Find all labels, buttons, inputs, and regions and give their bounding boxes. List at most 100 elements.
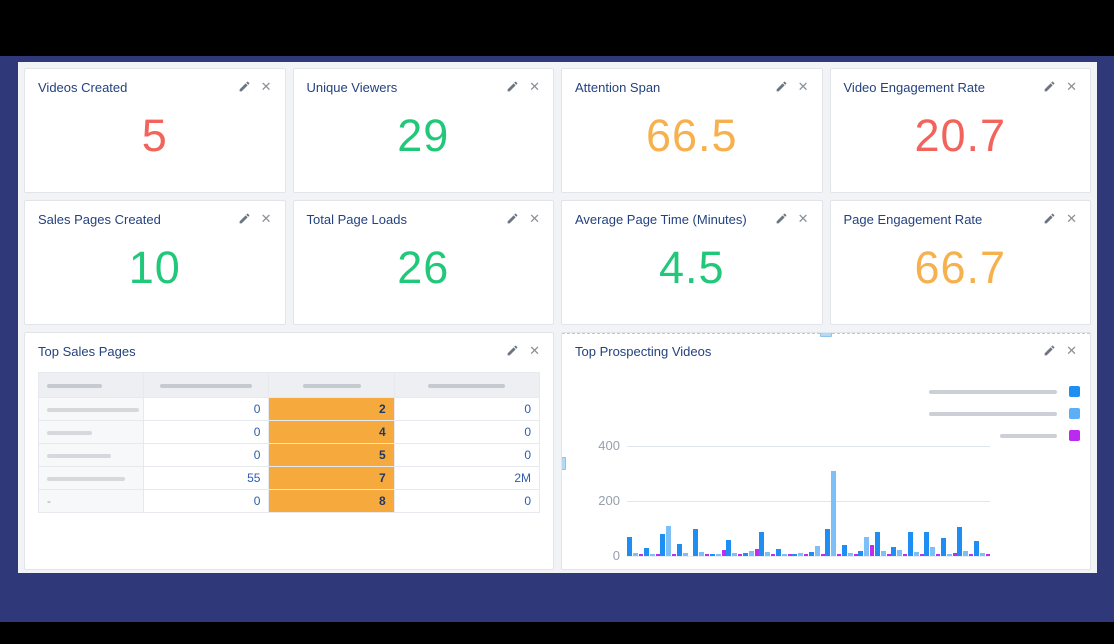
bar-blue <box>759 532 764 556</box>
bar-blue <box>809 552 814 556</box>
table-row: 020 <box>39 398 540 421</box>
widget-title: Top Prospecting Videos <box>575 344 711 360</box>
kpi-card-total-page-loads: Total Page Loads ✕ 26 <box>293 200 555 325</box>
bar-lightblue <box>914 552 919 556</box>
edit-icon[interactable] <box>506 344 519 357</box>
kpi-card-page-engagement-rate: Page Engagement Rate✕66.7 <box>830 200 1092 325</box>
bar-blue <box>644 548 649 556</box>
close-icon[interactable]: ✕ <box>261 212 272 225</box>
screen: Videos Created✕5Unique Viewers✕29Attenti… <box>0 0 1114 644</box>
kpi-card-attention-span: Attention Span✕66.5 <box>561 68 823 193</box>
redacted-label <box>47 454 111 458</box>
bar-blue <box>891 547 896 556</box>
bar-blue <box>875 532 880 556</box>
table-row: 050 <box>39 444 540 467</box>
bar-magenta <box>722 550 726 556</box>
bar-blue <box>825 529 830 557</box>
table-column-header[interactable] <box>144 373 269 398</box>
bar-group <box>660 526 676 556</box>
row-label-cell <box>39 398 144 421</box>
bar-lightblue <box>897 550 902 556</box>
close-icon[interactable]: ✕ <box>798 80 809 93</box>
bar-magenta <box>887 554 891 556</box>
bar-group <box>743 549 759 556</box>
gridline-0 <box>627 556 990 557</box>
value-cell: 55 <box>144 467 269 490</box>
bar-blue <box>710 554 715 556</box>
kpi-title: Videos Created <box>38 80 127 96</box>
bar-group <box>776 549 792 556</box>
close-icon[interactable]: ✕ <box>529 212 540 225</box>
widget-top-prospecting-videos: Top Prospecting Videos ✕ 4002000 <box>561 332 1091 570</box>
y-axis-tick-label: 0 <box>578 548 620 563</box>
pencil-icon[interactable] <box>775 212 788 225</box>
redacted-label <box>47 384 102 388</box>
bar-blue <box>693 529 698 557</box>
bar-blue <box>792 554 797 556</box>
kpi-value: 10 <box>38 228 272 313</box>
close-icon[interactable]: ✕ <box>261 80 272 93</box>
highlighted-value-cell: 2 <box>269 398 394 421</box>
widget-title: Top Sales Pages <box>38 344 136 360</box>
bar-blue <box>776 549 781 556</box>
bar-magenta <box>936 554 940 556</box>
highlighted-value-cell: 7 <box>269 467 394 490</box>
pencil-icon[interactable] <box>238 212 251 225</box>
bar-magenta <box>870 545 874 556</box>
table-column-header[interactable] <box>394 373 539 398</box>
widget-top-sales-pages: Top Sales Pages ✕ 0200400505572M-080 <box>24 332 554 570</box>
pencil-icon[interactable] <box>506 212 519 225</box>
redacted-label <box>47 408 139 412</box>
bar-magenta <box>705 554 709 556</box>
bar-magenta <box>953 553 957 556</box>
table-column-header[interactable] <box>39 373 144 398</box>
close-icon[interactable]: ✕ <box>1066 80 1077 93</box>
bar-magenta <box>821 554 825 556</box>
edit-icon[interactable] <box>1043 344 1056 357</box>
bar-group <box>875 532 891 556</box>
dashboard-grid: Videos Created✕5Unique Viewers✕29Attenti… <box>24 68 1091 570</box>
close-icon[interactable]: ✕ <box>1066 212 1077 225</box>
bar-group <box>908 532 924 556</box>
table-row: 040 <box>39 421 540 444</box>
kpi-value: 4.5 <box>575 228 809 313</box>
value-cell: 0 <box>144 398 269 421</box>
redacted-label <box>47 431 92 435</box>
bar-group <box>677 544 693 556</box>
kpi-title: Total Page Loads <box>307 212 407 228</box>
legend-swatch <box>1069 430 1080 441</box>
value-cell: 0 <box>144 490 269 513</box>
kpi-value: 29 <box>307 96 541 181</box>
bar-lightblue <box>815 546 820 556</box>
bar-blue <box>924 532 929 556</box>
row-label-cell: - <box>39 490 144 513</box>
bar-lightblue <box>749 551 754 556</box>
bar-blue <box>957 527 962 556</box>
bar-magenta <box>969 554 973 556</box>
resize-handle-left[interactable] <box>561 457 566 470</box>
close-icon[interactable]: ✕ <box>798 212 809 225</box>
pencil-icon[interactable] <box>1043 212 1056 225</box>
redacted-label <box>303 384 361 388</box>
bar-blue <box>660 534 665 556</box>
bar-lightblue <box>831 471 836 556</box>
bar-lightblue <box>963 551 968 557</box>
redacted-label <box>428 384 505 388</box>
value-cell: 0 <box>394 421 539 444</box>
close-icon[interactable]: ✕ <box>529 344 540 357</box>
pencil-icon[interactable] <box>775 80 788 93</box>
close-icon[interactable]: ✕ <box>529 80 540 93</box>
resize-handle-top[interactable] <box>820 332 832 337</box>
bar-group <box>710 550 726 556</box>
pencil-icon[interactable] <box>238 80 251 93</box>
pencil-icon[interactable] <box>1043 80 1056 93</box>
kpi-value: 26 <box>307 228 541 313</box>
bar-lightblue <box>798 553 803 556</box>
top-sales-pages-table: 0200400505572M-080 <box>38 372 540 513</box>
bar-blue <box>743 553 748 556</box>
pencil-icon[interactable] <box>506 80 519 93</box>
close-icon[interactable]: ✕ <box>1066 344 1077 357</box>
kpi-value: 5 <box>38 96 272 181</box>
table-column-header[interactable] <box>269 373 394 398</box>
bar-lightblue <box>947 554 952 556</box>
